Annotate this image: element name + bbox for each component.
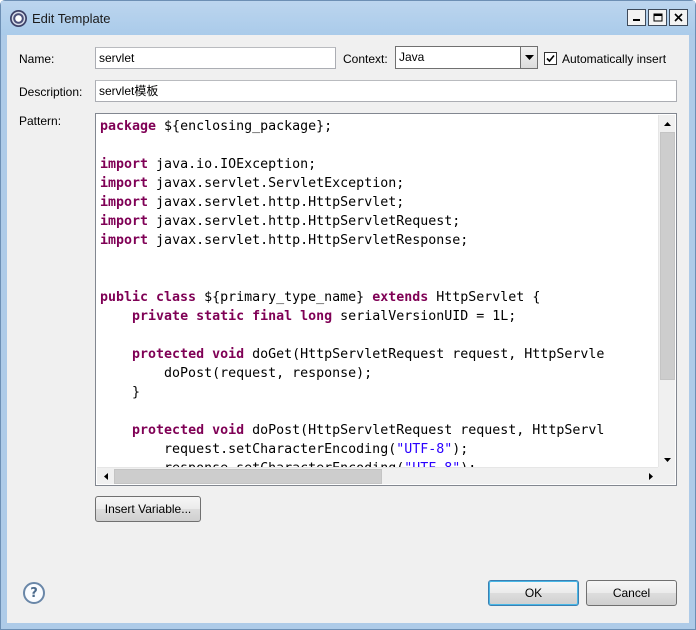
code-text: doPost(request, response);: [100, 366, 373, 381]
code-text: );: [452, 442, 469, 457]
code-line[interactable]: protected void doGet(HttpServletRequest …: [100, 345, 659, 364]
close-icon: [674, 13, 683, 22]
window-title: Edit Template: [32, 11, 111, 26]
code-string: "UTF-8": [396, 442, 453, 457]
scroll-up-button[interactable]: [659, 115, 676, 132]
close-button[interactable]: [669, 9, 688, 26]
vertical-scroll-thumb[interactable]: [660, 132, 675, 380]
code-line[interactable]: protected void doPost(HttpServletRequest…: [100, 421, 659, 440]
window-controls: [627, 9, 688, 26]
arrow-right-icon: [648, 473, 653, 480]
code-line[interactable]: import javax.servlet.ServletException;: [100, 174, 659, 193]
cancel-button[interactable]: Cancel: [586, 580, 677, 606]
code-text: java.io.IOException;: [148, 157, 317, 172]
arrow-up-icon: [664, 121, 671, 126]
pattern-label: Pattern:: [19, 114, 62, 128]
context-select[interactable]: Java: [395, 46, 538, 69]
code-keyword: public class: [100, 290, 197, 305]
vertical-scrollbar[interactable]: [658, 115, 675, 468]
code-line[interactable]: public class ${primary_type_name} extend…: [100, 288, 659, 307]
code-text: javax.servlet.ServletException;: [148, 176, 405, 191]
auto-insert-checkbox[interactable]: [544, 52, 557, 65]
code-line[interactable]: [100, 136, 659, 155]
code-text: doPost(HttpServletRequest request, HttpS…: [244, 423, 605, 438]
code-text: javax.servlet.http.HttpServletRequest;: [148, 214, 461, 229]
code-text: javax.servlet.http.HttpServletResponse;: [148, 233, 469, 248]
code-line[interactable]: }: [100, 383, 659, 402]
code-line[interactable]: [100, 269, 659, 288]
code-keyword: private static final long: [132, 309, 333, 324]
pattern-code[interactable]: package ${enclosing_package};import java…: [97, 115, 659, 468]
scroll-down-button[interactable]: [659, 451, 676, 468]
scroll-left-button[interactable]: [97, 468, 114, 485]
code-keyword: protected void: [132, 347, 245, 362]
code-text: HttpServlet {: [428, 290, 541, 305]
code-text: ${enclosing_package};: [156, 119, 333, 134]
name-label: Name:: [19, 52, 55, 66]
code-text: serialVersionUID = 1L;: [332, 309, 517, 324]
code-line[interactable]: import javax.servlet.http.HttpServletReq…: [100, 212, 659, 231]
auto-insert-label[interactable]: Automatically insert: [562, 52, 666, 66]
maximize-button[interactable]: [648, 9, 667, 26]
code-line[interactable]: [100, 402, 659, 421]
context-label: Context:: [343, 52, 388, 66]
code-keyword: protected void: [132, 423, 245, 438]
maximize-icon: [653, 13, 662, 22]
code-line[interactable]: private static final long serialVersionU…: [100, 307, 659, 326]
code-keyword: package: [100, 119, 157, 134]
horizontal-scrollbar[interactable]: [97, 467, 659, 484]
help-icon[interactable]: ?: [23, 582, 45, 604]
minimize-icon: [633, 19, 640, 21]
context-selected-value: Java: [399, 50, 425, 64]
checkmark-icon: [546, 54, 555, 63]
code-line[interactable]: import javax.servlet.http.HttpServlet;: [100, 193, 659, 212]
code-text: doGet(HttpServletRequest request, HttpSe…: [244, 347, 605, 362]
description-label: Description:: [19, 85, 83, 99]
edit-template-dialog: Edit Template Name: servlet Context: Jav…: [0, 0, 696, 630]
code-text: request.setCharacterEncoding(: [100, 442, 397, 457]
arrow-down-icon: [664, 457, 671, 462]
code-text: javax.servlet.http.HttpServlet;: [148, 195, 405, 210]
scrollbar-corner: [658, 467, 675, 484]
minimize-button[interactable]: [627, 9, 646, 26]
code-keyword: import: [100, 195, 149, 210]
eclipse-icon: [10, 10, 27, 27]
ok-button[interactable]: OK: [488, 580, 579, 606]
arrow-left-icon: [103, 473, 108, 480]
code-text: }: [100, 385, 141, 400]
code-keyword: import: [100, 157, 149, 172]
code-line[interactable]: [100, 326, 659, 345]
dialog-body: Name: servlet Context: Java Automaticall…: [7, 35, 689, 623]
code-line[interactable]: [100, 250, 659, 269]
chevron-down-icon[interactable]: [520, 47, 537, 68]
code-line[interactable]: package ${enclosing_package};: [100, 117, 659, 136]
code-line[interactable]: doPost(request, response);: [100, 364, 659, 383]
code-line[interactable]: import javax.servlet.http.HttpServletRes…: [100, 231, 659, 250]
code-line[interactable]: request.setCharacterEncoding("UTF-8");: [100, 440, 659, 459]
code-keyword: import: [100, 233, 149, 248]
code-line[interactable]: import java.io.IOException;: [100, 155, 659, 174]
code-keyword: extends: [372, 290, 429, 305]
code-keyword: import: [100, 214, 149, 229]
code-keyword: import: [100, 176, 149, 191]
title-bar[interactable]: Edit Template: [1, 1, 695, 35]
code-text: ${primary_type_name}: [196, 290, 373, 305]
pattern-editor[interactable]: package ${enclosing_package};import java…: [95, 113, 677, 486]
description-field[interactable]: servlet模板: [95, 80, 677, 102]
name-field[interactable]: servlet: [95, 47, 336, 69]
horizontal-scroll-thumb[interactable]: [114, 469, 382, 484]
insert-variable-button[interactable]: Insert Variable...: [95, 496, 201, 522]
scroll-right-button[interactable]: [642, 468, 659, 485]
